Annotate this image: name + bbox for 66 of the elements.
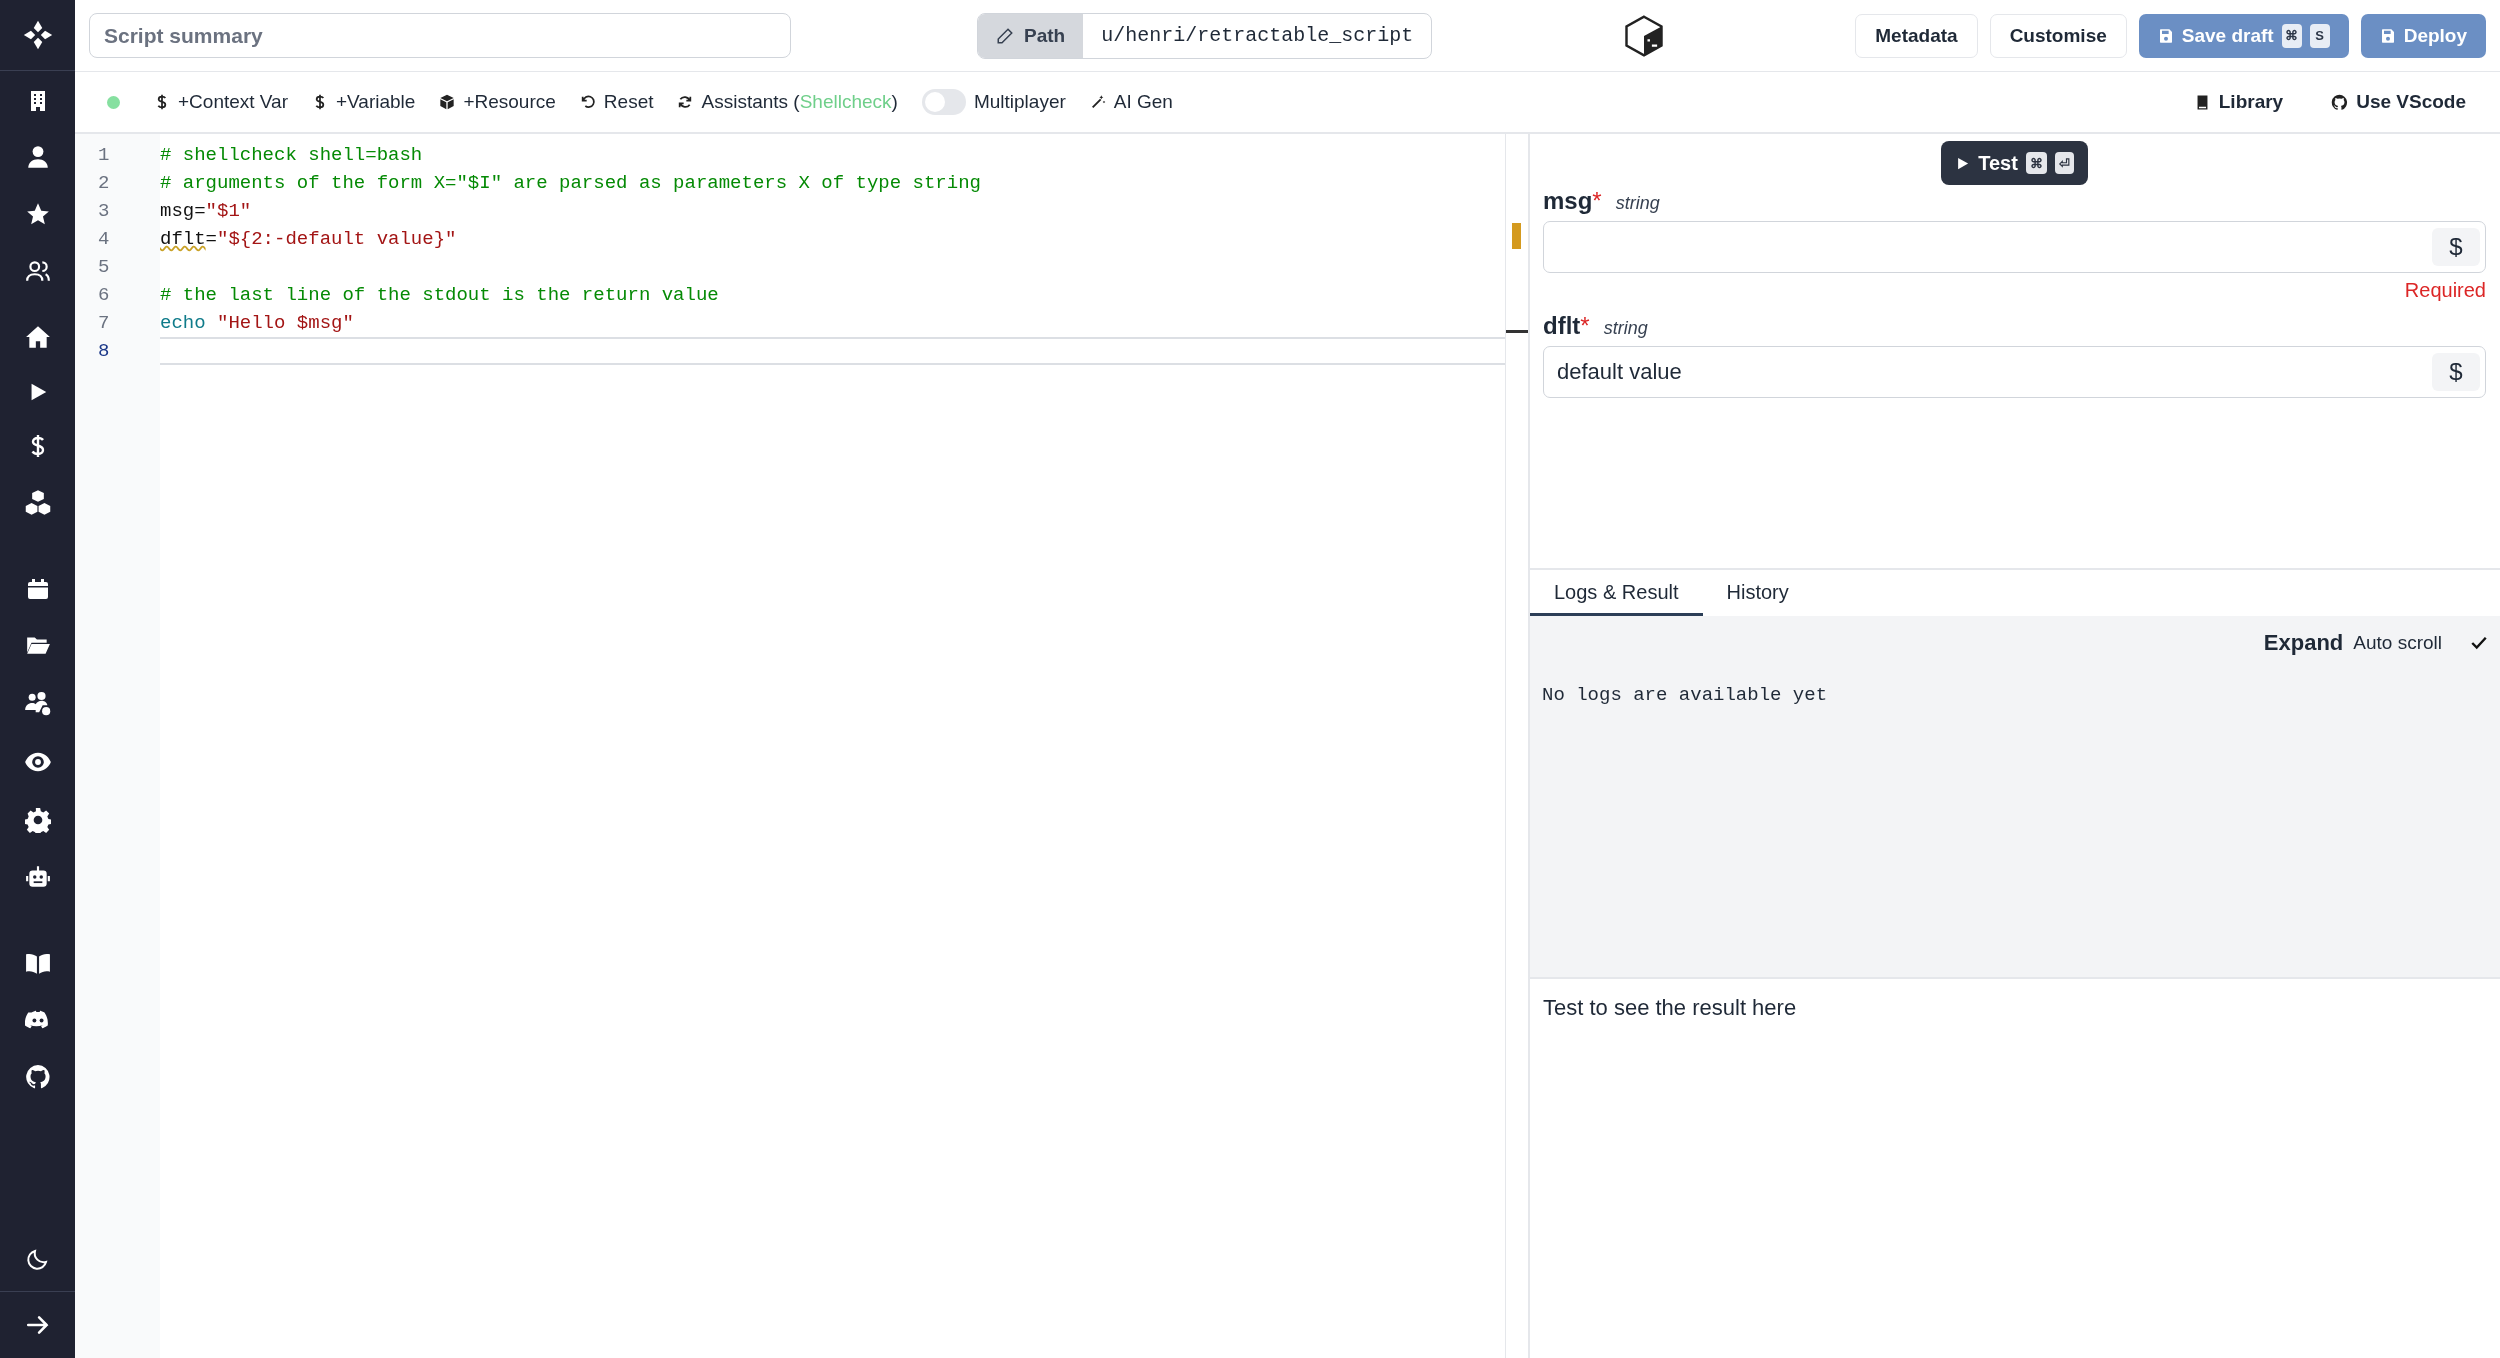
- code-line: # the last line of the stdout is the return value: [160, 284, 719, 306]
- header-button[interactable]: Metadata: [1855, 13, 1978, 58]
- line-number: 8: [97, 339, 111, 364]
- code-line: # shellcheck shell=bash: [160, 144, 423, 166]
- bash-logo-icon: [1622, 14, 1665, 57]
- code-line: # arguments of the form X="$I" are parsed as parameters X of type string: [160, 172, 981, 194]
- toolbar-button[interactable]: AI Gen: [1077, 85, 1185, 119]
- result-hint: Test to see the result here: [1543, 995, 1797, 1020]
- github-icon[interactable]: [24, 1064, 51, 1090]
- code-line: echo "Hello $msg": [160, 312, 354, 334]
- line-number: 7: [97, 311, 111, 336]
- toolbar-button[interactable]: +Resource: [427, 85, 568, 119]
- auto-scroll-label: Auto scroll: [2353, 632, 2442, 654]
- argument-type: string: [1615, 193, 1660, 214]
- line-number: 4: [97, 227, 111, 252]
- multiplayer-toggle[interactable]: [921, 89, 966, 115]
- line-number: 2: [97, 171, 111, 196]
- cube-icon: [439, 94, 456, 110]
- summary-field[interactable]: Script summary: [89, 13, 791, 58]
- status-dot: [107, 95, 120, 109]
- calendar-icon[interactable]: [25, 577, 50, 601]
- line-number: 3: [97, 199, 111, 224]
- line-number: 6: [97, 283, 111, 308]
- toolbar-button[interactable]: Use VScode: [2319, 85, 2478, 119]
- warning-marker: [1512, 223, 1521, 249]
- tab[interactable]: History: [1702, 572, 1813, 616]
- toolbar-button[interactable]: Library: [2181, 85, 2296, 119]
- play-icon: [1955, 155, 1971, 171]
- toolbar-button[interactable]: +Variable: [300, 85, 428, 119]
- undo-icon: [579, 94, 596, 110]
- checkmark-icon[interactable]: [2470, 634, 2488, 652]
- settings-icon[interactable]: [24, 807, 51, 833]
- error-text: Required: [2403, 279, 2486, 302]
- toggle-label: Multiplayer: [973, 91, 1066, 113]
- magic-wand-icon: [1089, 94, 1106, 110]
- expression-button[interactable]: $: [2432, 353, 2480, 391]
- expression-button[interactable]: $: [2432, 228, 2480, 266]
- header-button[interactable]: Customise: [1989, 13, 2127, 58]
- argument-name: dflt*: [1543, 312, 1590, 340]
- github-icon: [2331, 93, 2349, 111]
- cursor-marker: [1506, 330, 1528, 333]
- line-number: 1: [97, 143, 111, 168]
- expand-button[interactable]: Expand: [2263, 630, 2344, 656]
- toolbar-button[interactable]: +Context Var: [142, 85, 300, 119]
- argument-field[interactable]: $: [1543, 221, 2486, 273]
- save-icon: [2379, 27, 2396, 44]
- moon-icon[interactable]: [25, 1247, 50, 1271]
- argument-name: msg*: [1543, 187, 1602, 215]
- refresh-icon: [677, 94, 694, 110]
- save-draft-button[interactable]: Save draft ⌘ S: [2138, 13, 2349, 58]
- toolbar-button[interactable]: Reset: [567, 85, 666, 119]
- home-icon[interactable]: [24, 324, 51, 350]
- robot-icon[interactable]: [24, 864, 51, 890]
- code-line: msg="$1": [160, 200, 252, 222]
- log-text: No logs are available yet: [1542, 684, 1829, 706]
- cubes-icon[interactable]: [23, 489, 52, 517]
- assistants-button[interactable]: Assistants (Shellcheck): [665, 85, 910, 119]
- groups-icon[interactable]: [23, 689, 52, 717]
- argument-type: string: [1603, 318, 1648, 339]
- users-icon[interactable]: [24, 258, 51, 284]
- code-line: dflt="${2:-default value}": [160, 228, 457, 250]
- test-button[interactable]: Test ⌘ ⏎: [1941, 141, 2088, 185]
- save-icon: [2157, 27, 2174, 44]
- star-icon[interactable]: [24, 201, 51, 227]
- argument-field[interactable]: default value $: [1543, 346, 2486, 398]
- line-number: 5: [97, 255, 111, 280]
